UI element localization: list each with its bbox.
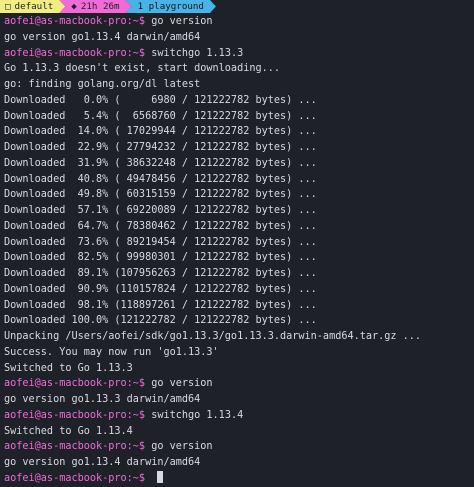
command-text: go version <box>151 378 213 390</box>
output-line: go version go1.13.3 darwin/amd64 <box>4 394 201 405</box>
window-label: 1 playground <box>137 1 204 12</box>
output-line: Switched to Go 1.13.4 <box>4 425 133 437</box>
shell-prompt: aofei@as-macbook-pro:~$ <box>4 47 146 59</box>
square-icon: □ <box>5 1 11 12</box>
output-line: Downloaded 100.0% (121222782 / 121222782… <box>4 315 317 327</box>
command-line: aofei@as-macbook-pro:~$ go version <box>4 376 470 392</box>
output-line: Unpacking /Users/aofei/sdk/go1.13.3/go1.… <box>4 331 422 342</box>
output-line: Downloaded 64.7% ( 78380462 / 121222782 … <box>4 220 317 232</box>
command-line: aofei@as-macbook-pro:~$ switchgo 1.13.4 <box>4 408 470 424</box>
terminal-window[interactable]: □ default ◆ 21h 26m 1 playground aofei@as-… <box>0 0 474 484</box>
session-tab-default[interactable]: □ default <box>0 0 65 13</box>
shell-prompt: aofei@as-macbook-pro:~$ <box>4 16 146 27</box>
shell-prompt: aofei@as-macbook-pro:~$ <box>4 409 146 421</box>
output-line: Switched to Go 1.13.3 <box>4 362 133 374</box>
diamond-icon: ◆ <box>71 1 77 12</box>
command-line: aofei@as-macbook-pro:~$ go version <box>4 439 470 455</box>
command-text: go version <box>151 16 213 27</box>
command-text: switchgo 1.13.3 <box>151 47 244 59</box>
output-line: Downloaded 40.8% ( 49478456 / 121222782 … <box>4 173 317 185</box>
output-line: Downloaded 98.1% (118897261 / 121222782 … <box>4 299 317 311</box>
output-line: Downloaded 73.6% ( 89219454 / 121222782 … <box>4 236 317 248</box>
shell-prompt: aofei@as-macbook-pro:~$ <box>4 378 146 390</box>
output-line: Go 1.13.3 doesn't exist, start downloadi… <box>4 63 281 75</box>
command-text: switchgo 1.13.4 <box>151 409 244 421</box>
output-line: Downloaded 5.4% ( 6568760 / 121222782 by… <box>4 110 317 122</box>
shell-prompt: aofei@as-macbook-pro:~$ <box>4 441 146 453</box>
output-line: Downloaded 89.1% (107956263 / 121222782 … <box>4 268 317 279</box>
output-line: Success. You may now run 'go1.13.3' <box>4 346 219 358</box>
output-line: go version go1.13.4 darwin/amd64 <box>4 31 201 43</box>
output-line: Downloaded 14.0% ( 17029944 / 121222782 … <box>4 126 317 138</box>
output-line: Downloaded 0.0% ( 6980 / 121222782 bytes… <box>4 94 317 106</box>
output-line: Downloaded 49.8% ( 60315159 / 121222782 … <box>4 189 317 201</box>
command-line: aofei@as-macbook-pro:~$ switchgo 1.13.3 <box>4 46 470 62</box>
command-line: aofei@as-macbook-pro:~$ go version <box>4 14 470 30</box>
text-cursor <box>157 470 164 483</box>
session-label: default <box>14 1 54 12</box>
shell-prompt: aofei@as-macbook-pro:~$ <box>4 472 146 484</box>
output-line: Downloaded 82.5% ( 99980301 / 121222782 … <box>4 252 317 264</box>
output-line: Downloaded 22.9% ( 27794232 / 121222782 … <box>4 142 317 153</box>
output-line: go version go1.13.4 darwin/amd64 <box>4 457 201 468</box>
uptime-tab: ◆ 21h 26m <box>59 0 131 13</box>
output-line: go: finding golang.org/dl latest <box>4 79 201 90</box>
window-tab-playground[interactable]: 1 playground <box>126 0 216 13</box>
terminal-output[interactable]: aofei@as-macbook-pro:~$ go version go ver… <box>4 14 470 487</box>
output-line: Downloaded 57.1% ( 69220089 / 121222782 … <box>4 205 317 216</box>
output-line: Downloaded 90.9% (110157824 / 121222782 … <box>4 283 317 295</box>
command-text: go version <box>151 441 213 453</box>
tmux-status-bar: □ default ◆ 21h 26m 1 playground <box>0 0 474 13</box>
output-line: Downloaded 31.9% ( 38632248 / 121222782 … <box>4 157 317 169</box>
uptime-label: 21h 26m <box>80 1 120 12</box>
command-line: aofei@as-macbook-pro:~$ <box>4 470 470 487</box>
